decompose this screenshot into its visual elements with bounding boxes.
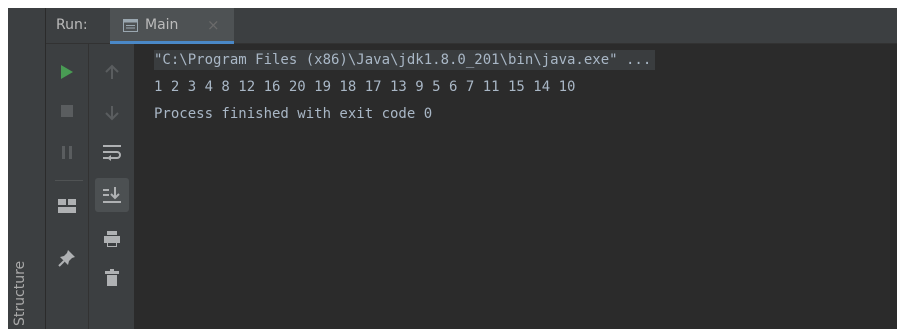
trash-icon[interactable] bbox=[105, 269, 119, 286]
soft-wrap-icon[interactable] bbox=[103, 144, 121, 161]
run-header: Run: Main × bbox=[8, 8, 897, 44]
pin-icon[interactable] bbox=[58, 249, 76, 267]
scroll-to-end-icon[interactable] bbox=[103, 187, 121, 204]
tab-main-label: Main bbox=[145, 17, 179, 33]
run-icon[interactable] bbox=[60, 64, 74, 80]
run-tool-window: Run: Main × Structure "C:\Program Files … bbox=[8, 8, 897, 329]
close-icon[interactable]: × bbox=[207, 16, 220, 34]
stop-icon[interactable] bbox=[61, 105, 73, 117]
structure-label: Structure bbox=[12, 260, 28, 326]
exit-message: Process finished with exit code 0 bbox=[154, 106, 433, 122]
program-output: 1 2 3 4 8 12 16 20 19 18 17 13 9 5 6 7 1… bbox=[154, 79, 576, 95]
pause-icon[interactable] bbox=[62, 146, 72, 159]
toolbar-separator bbox=[55, 180, 83, 181]
command-line: "C:\Program Files (x86)\Java\jdk1.8.0_20… bbox=[154, 50, 656, 70]
print-icon[interactable] bbox=[104, 231, 120, 247]
run-label: Run: bbox=[56, 17, 88, 33]
down-arrow-icon[interactable] bbox=[105, 105, 119, 121]
console-window-icon bbox=[123, 19, 138, 32]
run-toolbar-primary bbox=[46, 44, 89, 329]
structure-side-tab[interactable]: Structure bbox=[8, 8, 46, 329]
console-output[interactable]: "C:\Program Files (x86)\Java\jdk1.8.0_20… bbox=[136, 44, 897, 329]
layout-icon[interactable] bbox=[58, 199, 76, 213]
tab-main[interactable]: Main × bbox=[110, 8, 234, 44]
up-arrow-icon[interactable] bbox=[105, 64, 119, 80]
